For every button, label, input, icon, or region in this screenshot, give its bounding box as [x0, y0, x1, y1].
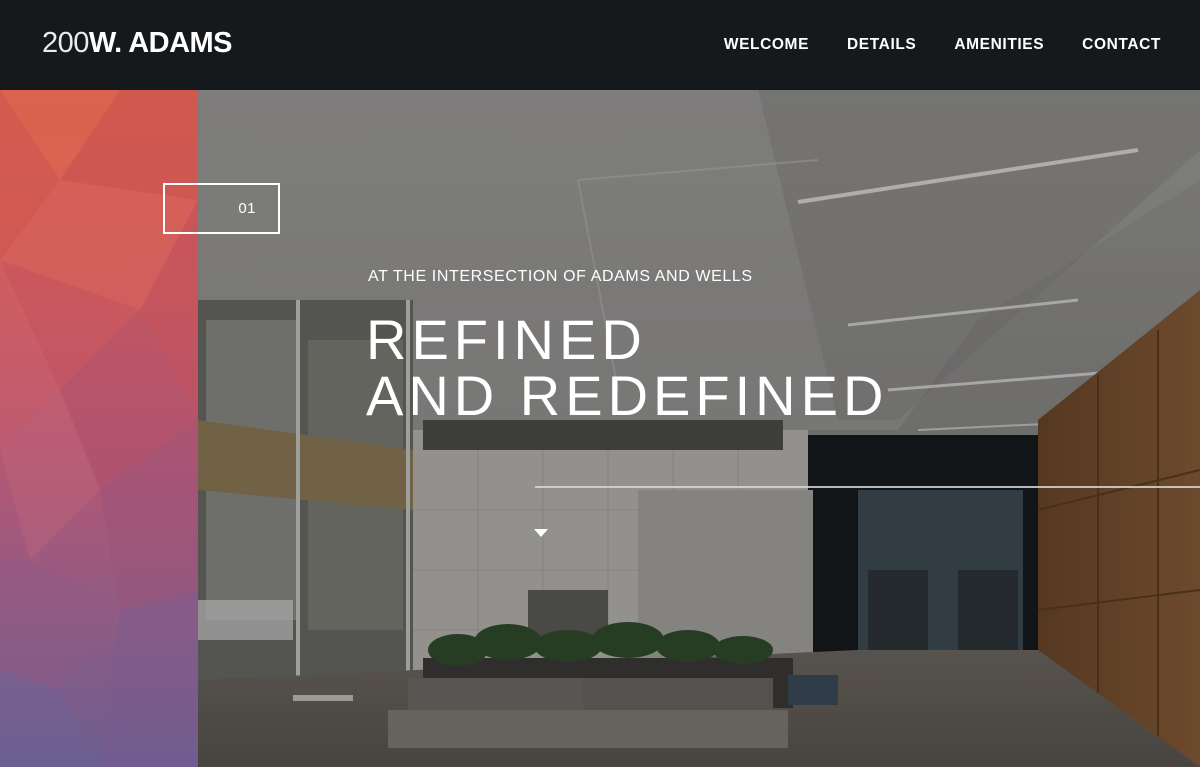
slide-number: 01 [238, 200, 256, 217]
nav-details[interactable]: DETAILS [847, 36, 916, 54]
headline-line-2: AND REDEFINED [366, 364, 889, 427]
site-header: 200W. ADAMS WELCOME DETAILS AMENITIES CO… [0, 0, 1200, 90]
nav-contact[interactable]: CONTACT [1082, 36, 1161, 54]
logo-name: W. ADAMS [88, 27, 233, 59]
nav-welcome[interactable]: WELCOME [724, 36, 809, 54]
logo-number: 200 [42, 27, 89, 59]
triangle-down-icon[interactable] [534, 529, 548, 537]
hero-divider [535, 486, 1200, 488]
hero-section: 01 AT THE INTERSECTION OF ADAMS AND WELL… [0, 90, 1200, 767]
photo-overlay [198, 90, 1200, 767]
headline-line-1: REFINED [366, 308, 647, 371]
hero-headline: REFINED AND REDEFINED [366, 312, 888, 424]
logo[interactable]: 200W. ADAMS [42, 26, 233, 60]
hero-eyebrow: AT THE INTERSECTION OF ADAMS AND WELLS [368, 268, 753, 285]
main-nav: WELCOME DETAILS AMENITIES CONTACT [724, 36, 1161, 54]
lobby-photo [198, 90, 1200, 767]
slide-indicator: 01 [163, 183, 280, 234]
nav-amenities[interactable]: AMENITIES [954, 36, 1044, 54]
